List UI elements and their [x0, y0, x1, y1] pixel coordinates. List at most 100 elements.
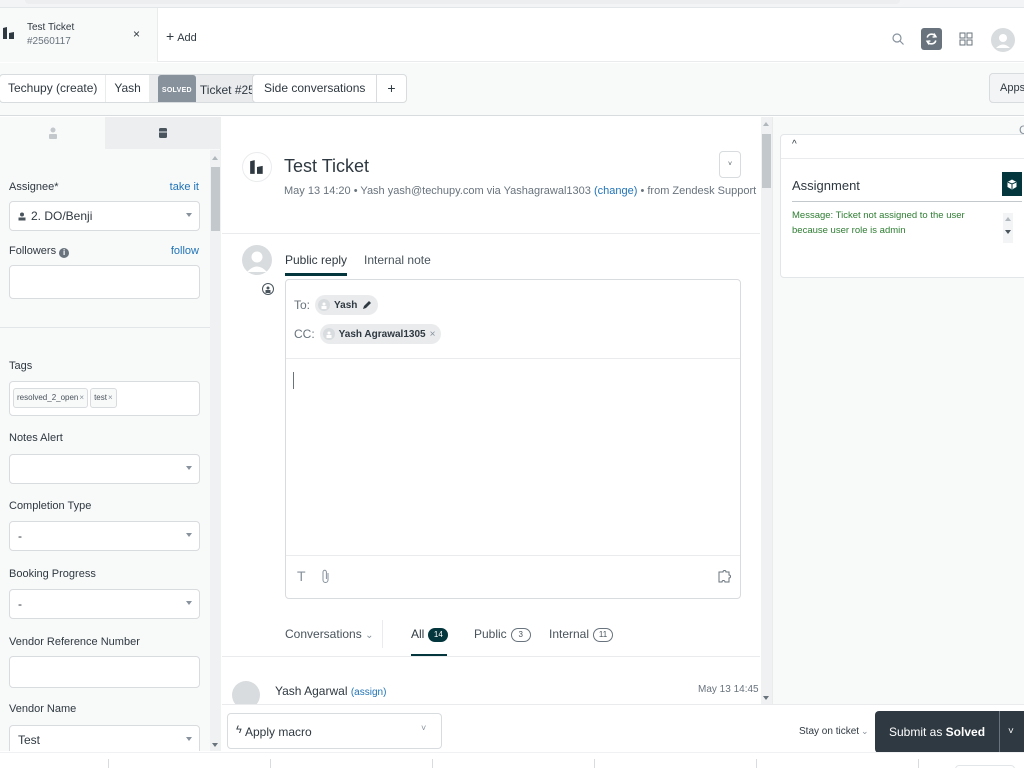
recipient-pill[interactable]: Yash: [315, 295, 379, 315]
change-requester-link[interactable]: (change): [594, 185, 637, 197]
tags-input[interactable]: resolved_2_open× test×: [9, 381, 200, 416]
tab-internal-conversations[interactable]: Internal 11: [549, 627, 614, 642]
completion-type-value: -: [18, 529, 22, 543]
side-conversations-button[interactable]: Side conversations: [253, 75, 376, 102]
agent-avatar: [242, 245, 272, 275]
ticket-meta: May 13 14:20 • Yash yash@techupy.com via…: [284, 185, 757, 197]
scroll-up-icon[interactable]: [1005, 217, 1011, 221]
ticket-conversation-pane: Test Ticket May 13 14:20 • Yash yash@tec…: [222, 117, 760, 704]
side-conversations-group: Side conversations +: [252, 74, 407, 103]
remove-tag-icon[interactable]: ×: [79, 393, 84, 402]
conversation-filter-bar: Conversations ⌄ All 14 Public 3 Internal 11: [285, 620, 760, 657]
assignment-app-card: ^ Assignment Message: Ticket not assigne…: [780, 134, 1024, 278]
assignee-select[interactable]: 2. DO/Benji: [9, 201, 200, 231]
ticket-properties-sidebar: Assignee* take it 2. DO/Benji Followers i…: [0, 117, 221, 751]
bottom-strip: [0, 752, 1024, 768]
remove-tag-icon[interactable]: ×: [108, 393, 113, 402]
ticket-options-dropdown[interactable]: ˅: [719, 151, 741, 178]
conversation-scrollbar[interactable]: [761, 117, 772, 704]
attachment-icon[interactable]: [321, 569, 330, 584]
booking-progress-select[interactable]: -: [9, 589, 200, 619]
cc-row: CC: Yash Agrawal1305 ×: [294, 324, 442, 344]
apps-button[interactable]: Apps: [989, 73, 1024, 103]
zendesk-logo-icon: [3, 27, 14, 39]
notes-alert-select[interactable]: [9, 454, 200, 484]
reply-body-editor[interactable]: [286, 360, 740, 555]
tab-public-conversations[interactable]: Public 3: [474, 627, 531, 642]
submit-options-dropdown[interactable]: ˅: [999, 711, 1024, 753]
sidebar-tab-ticket[interactable]: [105, 117, 221, 149]
apps-puzzle-icon[interactable]: [718, 569, 732, 583]
scrollbar-thumb[interactable]: [762, 134, 771, 188]
stay-on-ticket-dropdown[interactable]: Stay on ticket ⌄: [799, 726, 869, 737]
tag-chip[interactable]: resolved_2_open×: [13, 388, 89, 408]
chevron-down-icon: ⌄: [861, 726, 869, 736]
submit-button[interactable]: Submit as Solved: [875, 711, 999, 753]
cc-label: CC:: [294, 327, 315, 341]
tag-chip[interactable]: test×: [90, 388, 117, 408]
scroll-down-icon[interactable]: [763, 696, 769, 700]
to-label: To:: [294, 298, 311, 312]
recipients-area: To: Yash CC: Yash Agrawal1305 ×: [286, 280, 740, 359]
take-it-link[interactable]: take it: [170, 181, 199, 193]
sidebar-scrollbar[interactable]: [210, 150, 221, 751]
to-recipient-name: Yash: [334, 299, 358, 311]
product-grid-icon[interactable]: [959, 32, 973, 46]
user-avatar[interactable]: [991, 28, 1015, 52]
text-format-icon[interactable]: T: [297, 568, 306, 584]
vendor-reference-input[interactable]: [9, 656, 200, 688]
remove-cc-icon[interactable]: ×: [430, 329, 436, 340]
chevron-down-icon: [186, 601, 192, 605]
add-side-conversation-button[interactable]: +: [376, 75, 405, 102]
completion-type-label: Completion Type: [9, 500, 92, 512]
scroll-down-icon[interactable]: [212, 743, 218, 747]
tab-internal-note[interactable]: Internal note: [364, 253, 431, 276]
scroll-up-icon[interactable]: [763, 122, 769, 126]
card-divider: [781, 158, 1024, 159]
breadcrumb-organization[interactable]: Techupy (create): [0, 75, 107, 102]
breadcrumb-requester[interactable]: Yash: [106, 75, 150, 102]
to-row: To: Yash: [294, 295, 379, 315]
browser-top-strip: [0, 0, 1024, 8]
add-tab-button[interactable]: + Add: [166, 28, 197, 44]
info-icon[interactable]: i: [59, 248, 70, 258]
refresh-icon: [925, 33, 938, 45]
reply-type-tabs: Public reply Internal note: [285, 253, 431, 276]
follow-link[interactable]: follow: [171, 245, 199, 257]
vendor-name-select[interactable]: Test: [9, 725, 200, 751]
sidebar-tab-user[interactable]: [0, 117, 105, 149]
divider: [594, 759, 595, 768]
cc-recipient-pill[interactable]: Yash Agrawal1305 ×: [319, 324, 442, 344]
scrollbar-thumb[interactable]: [211, 167, 220, 231]
assignee-value: 2. DO/Benji: [31, 209, 93, 223]
all-count-badge: 14: [428, 628, 449, 642]
followers-input[interactable]: [9, 265, 200, 299]
internal-count-badge: 11: [593, 628, 614, 642]
ticket-tab-bar: Test Ticket #2560117 × + Add: [0, 8, 1024, 62]
scroll-up-icon[interactable]: [212, 156, 218, 160]
conversations-filter-dropdown[interactable]: Conversations ⌄: [285, 627, 373, 641]
ticket-tab[interactable]: Test Ticket #2560117 ×: [0, 8, 158, 62]
completion-type-select[interactable]: -: [9, 521, 200, 551]
assign-link[interactable]: (assign): [351, 687, 387, 698]
agent-role-icon: [262, 283, 274, 295]
collapse-app-icon[interactable]: ^: [792, 139, 797, 150]
apply-macro-dropdown[interactable]: ϟ Apply macro ˅: [227, 713, 442, 749]
vendor-name-label: Vendor Name: [9, 703, 77, 715]
refresh-button[interactable]: [921, 28, 942, 50]
add-tab-label: Add: [177, 32, 197, 44]
close-tab-icon[interactable]: ×: [133, 27, 140, 41]
assignment-message: Message: Ticket not assigned to the user…: [792, 210, 965, 236]
scroll-down-icon[interactable]: [1005, 230, 1011, 234]
message-scrollbar[interactable]: [1003, 213, 1013, 243]
search-icon[interactable]: [891, 32, 905, 46]
apply-macro-label: Apply macro: [245, 725, 312, 739]
divider: [918, 759, 919, 768]
conversation-divider: [222, 656, 760, 657]
tab-all-conversations[interactable]: All 14: [411, 627, 449, 642]
tab-public-reply[interactable]: Public reply: [285, 253, 348, 276]
edit-pencil-icon[interactable]: [362, 300, 372, 310]
address-bar[interactable]: [25, 0, 900, 4]
lightning-icon: ϟ: [236, 724, 242, 736]
assignee-user-icon: [18, 212, 26, 221]
